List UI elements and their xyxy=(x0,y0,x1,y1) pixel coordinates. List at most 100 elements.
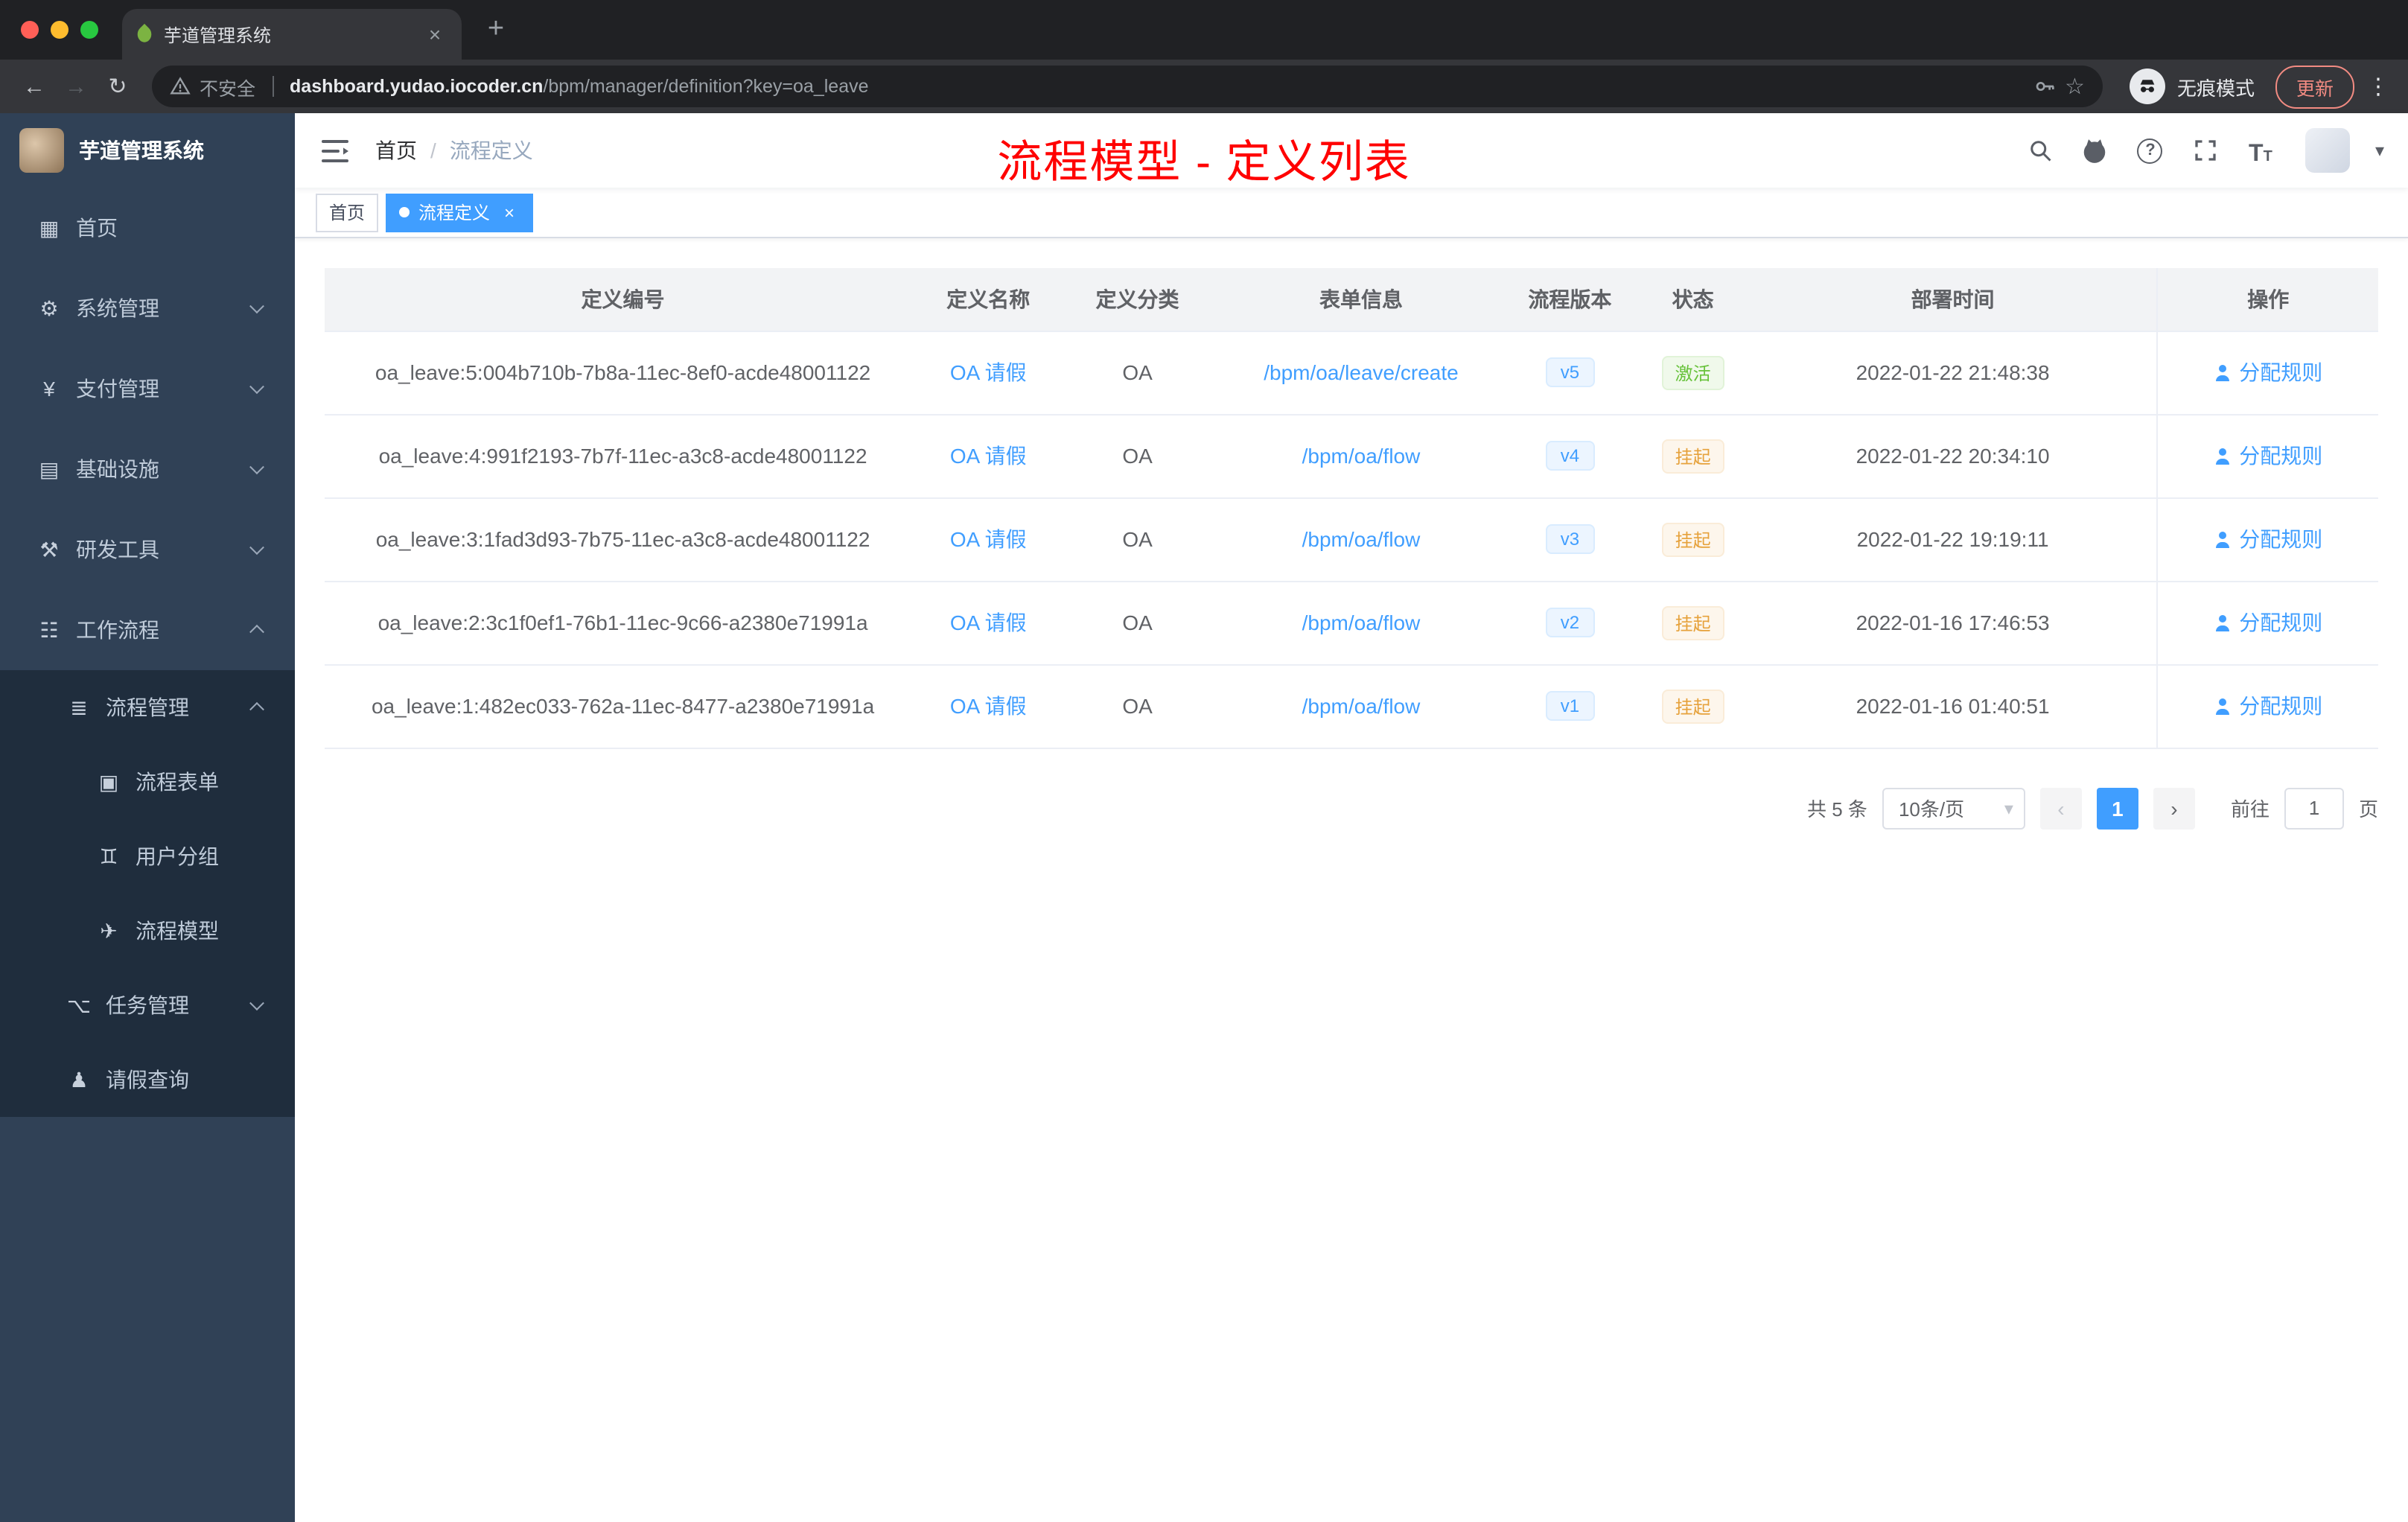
browser-toolbar: ← → ↻ 不安全 dashboard.yudao.iocoder.cn/bpm… xyxy=(0,60,2408,113)
sidebar-item-devtools[interactable]: ⚒ 研发工具 xyxy=(0,509,295,590)
cell-definition-id: oa_leave:4:991f2193-7b7f-11ec-a3c8-acde4… xyxy=(325,414,922,498)
user-icon xyxy=(2214,532,2232,548)
back-button[interactable]: ← xyxy=(15,67,54,106)
col-status: 状态 xyxy=(1637,268,1749,331)
pagination: 共 5 条 10条/页 ▾ ‹ 1 › 前往 页 xyxy=(325,787,2378,829)
assign-rule-link[interactable]: 分配规则 xyxy=(2214,694,2322,718)
form-link[interactable]: /bpm/oa/leave/create xyxy=(1264,360,1459,384)
reload-button[interactable]: ↻ xyxy=(98,67,137,106)
search-icon[interactable] xyxy=(2024,134,2057,167)
cell-deploy-time: 2022-01-22 19:19:11 xyxy=(1748,497,2158,582)
definition-name-link[interactable]: OA 请假 xyxy=(950,694,1027,718)
warning-icon xyxy=(170,77,191,95)
status-badge: 激活 xyxy=(1661,355,1724,389)
definition-name-link[interactable]: OA 请假 xyxy=(950,360,1027,384)
sidebar-item-process-management[interactable]: ≣ 流程管理 xyxy=(0,670,295,745)
prev-page-button[interactable]: ‹ xyxy=(2039,787,2082,829)
assign-rule-link[interactable]: 分配规则 xyxy=(2214,360,2322,384)
version-badge: v5 xyxy=(1545,357,1595,387)
cell-deploy-time: 2022-01-16 17:46:53 xyxy=(1748,581,2158,665)
page-unit-label: 页 xyxy=(2358,798,2378,821)
sidebar-item-process-model[interactable]: ✈ 流程模型 xyxy=(0,894,295,968)
form-link[interactable]: /bpm/oa/flow xyxy=(1302,444,1421,468)
status-badge: 挂起 xyxy=(1661,689,1724,723)
chevron-down-icon xyxy=(249,299,264,314)
infrastructure-icon: ▤ xyxy=(39,456,60,480)
definition-table: 定义编号 定义名称 定义分类 表单信息 流程版本 状态 部署时间 操作 oa_l xyxy=(325,268,2378,748)
page-size-select[interactable]: 10条/页 ▾ xyxy=(1882,787,2025,829)
maximize-window-button[interactable] xyxy=(80,21,98,39)
close-window-button[interactable] xyxy=(21,21,39,39)
avatar[interactable] xyxy=(2305,128,2350,173)
app-shell: 芋道管理系统 ▦ 首页 ⚙ 系统管理 ¥ 支付管理 ▤ 基础设施 ⚒ 研发工具 … xyxy=(0,113,2408,1522)
form-link[interactable]: /bpm/oa/flow xyxy=(1302,694,1421,718)
assign-rule-link[interactable]: 分配规则 xyxy=(2214,611,2322,634)
workflow-icon: ☷ xyxy=(39,617,59,641)
sidebar-item-process-form[interactable]: ▣ 流程表单 xyxy=(0,745,295,819)
cell-category: OA xyxy=(1055,664,1220,748)
sidebar-toggle-button[interactable] xyxy=(319,134,351,167)
goto-label: 前往 xyxy=(2230,798,2270,821)
table-header-row: 定义编号 定义名称 定义分类 表单信息 流程版本 状态 部署时间 操作 xyxy=(325,268,2378,331)
col-deploy-time: 部署时间 xyxy=(1748,268,2158,331)
user-icon xyxy=(2214,615,2232,631)
minimize-window-button[interactable] xyxy=(51,21,69,39)
form-link[interactable]: /bpm/oa/flow xyxy=(1302,611,1421,634)
definition-name-link[interactable]: OA 请假 xyxy=(950,444,1027,468)
assign-rule-link[interactable]: 分配规则 xyxy=(2214,444,2322,468)
cell-category: OA xyxy=(1055,581,1220,665)
avatar-dropdown-caret-icon[interactable]: ▾ xyxy=(2375,140,2384,161)
cell-deploy-time: 2022-01-22 20:34:10 xyxy=(1748,414,2158,498)
status-badge: 挂起 xyxy=(1661,522,1724,556)
tab-close-icon[interactable]: × xyxy=(423,22,447,46)
bookmark-star-icon[interactable]: ☆ xyxy=(2065,73,2085,100)
user-icon xyxy=(2214,698,2232,715)
content-area: 定义编号 定义名称 定义分类 表单信息 流程版本 状态 部署时间 操作 oa_l xyxy=(295,238,2408,1522)
assign-rule-link[interactable]: 分配规则 xyxy=(2214,527,2322,551)
next-page-button[interactable]: › xyxy=(2153,787,2195,829)
cell-deploy-time: 2022-01-16 01:40:51 xyxy=(1748,664,2158,748)
browser-menu-icon[interactable]: ⋮ xyxy=(2363,73,2393,100)
tag-home[interactable]: 首页 xyxy=(316,193,379,232)
tag-process-definition[interactable]: 流程定义 × xyxy=(386,193,534,232)
chevron-down-icon xyxy=(249,459,264,475)
incognito-indicator: 无痕模式 xyxy=(2129,69,2255,104)
goto-page-input[interactable] xyxy=(2284,787,2344,829)
address-bar[interactable]: 不安全 dashboard.yudao.iocoder.cn/bpm/manag… xyxy=(152,66,2103,107)
cell-definition-id: oa_leave:2:3c1f0ef1-76b1-11ec-9c66-a2380… xyxy=(325,581,922,665)
sidebar-item-system-management[interactable]: ⚙ 系统管理 xyxy=(0,268,295,348)
sidebar-item-payment-management[interactable]: ¥ 支付管理 xyxy=(0,348,295,429)
definition-name-link[interactable]: OA 请假 xyxy=(950,527,1027,551)
new-tab-button[interactable]: + xyxy=(477,10,515,49)
send-icon: ✈ xyxy=(100,918,118,942)
sidebar-item-task-management[interactable]: ⌥ 任务管理 xyxy=(0,968,295,1042)
version-badge: v2 xyxy=(1545,608,1595,637)
sidebar-item-user-group[interactable]: ♊ 用户分组 xyxy=(0,819,295,894)
cell-deploy-time: 2022-01-22 21:48:38 xyxy=(1748,331,2158,415)
forward-button[interactable]: → xyxy=(57,67,95,106)
table-row: oa_leave:2:3c1f0ef1-76b1-11ec-9c66-a2380… xyxy=(325,581,2378,665)
fullscreen-icon[interactable] xyxy=(2189,134,2222,167)
sidebar-item-infrastructure[interactable]: ▤ 基础设施 xyxy=(0,429,295,509)
sidebar-item-workflow[interactable]: ☷ 工作流程 xyxy=(0,590,295,670)
browser-tab[interactable]: 芋道管理系统 × xyxy=(122,9,462,60)
page-1-button[interactable]: 1 xyxy=(2096,787,2138,829)
tag-close-icon[interactable]: × xyxy=(499,202,520,223)
help-icon[interactable]: ? xyxy=(2134,134,2167,167)
window-controls xyxy=(21,21,98,39)
github-icon[interactable] xyxy=(2079,134,2112,167)
key-icon[interactable] xyxy=(2032,74,2056,98)
font-size-icon[interactable]: TT xyxy=(2244,134,2277,167)
tab-title: 芋道管理系统 xyxy=(164,25,272,45)
browser-update-button[interactable]: 更新 xyxy=(2275,65,2354,108)
sidebar-item-home[interactable]: ▦ 首页 xyxy=(0,188,295,268)
chevron-down-icon xyxy=(249,540,264,555)
cell-definition-id: oa_leave:1:482ec033-762a-11ec-8477-a2380… xyxy=(325,664,922,748)
breadcrumb-home[interactable]: 首页 xyxy=(375,136,417,165)
definition-name-link[interactable]: OA 请假 xyxy=(950,611,1027,634)
table-row: oa_leave:4:991f2193-7b7f-11ec-a3c8-acde4… xyxy=(325,414,2378,498)
form-link[interactable]: /bpm/oa/flow xyxy=(1302,527,1421,551)
browser-tabstrip: 芋道管理系统 × + xyxy=(0,0,2408,60)
sidebar-item-leave-query[interactable]: ♟ 请假查询 xyxy=(0,1042,295,1117)
chevron-down-icon xyxy=(249,379,264,395)
